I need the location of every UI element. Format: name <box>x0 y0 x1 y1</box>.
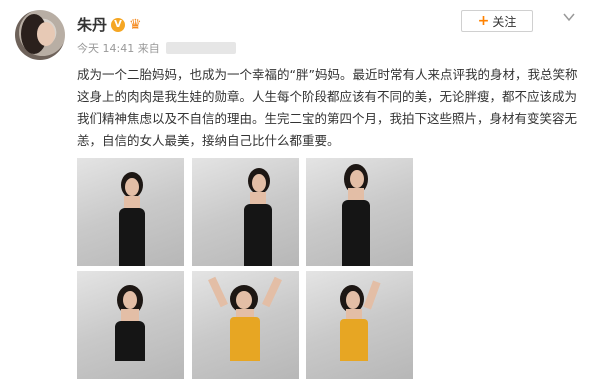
photo-2[interactable] <box>192 158 299 266</box>
chevron-down-icon[interactable] <box>562 10 576 24</box>
user-avatar[interactable] <box>15 10 65 60</box>
blurred-source <box>165 42 236 54</box>
photo-6[interactable] <box>306 271 413 379</box>
photo-3[interactable] <box>306 158 413 266</box>
photo-4[interactable] <box>77 271 184 379</box>
vip-crown-icon: ♛ <box>129 16 142 33</box>
user-name-row: 朱丹 V ♛ <box>77 14 142 35</box>
follow-button[interactable]: + 关注 <box>461 10 533 32</box>
avatar-face <box>37 22 55 46</box>
user-name[interactable]: 朱丹 <box>77 14 107 35</box>
follow-button-label: 关注 <box>492 14 517 29</box>
post-text: 成为一个二胎妈妈，也成为一个幸福的“胖”妈妈。最近时常有人来点评我的身材，我总笑… <box>77 67 578 148</box>
verified-icon: V <box>111 17 126 32</box>
photo-grid <box>77 158 417 379</box>
plus-icon: + <box>477 13 490 29</box>
photo-1[interactable] <box>77 158 184 266</box>
post-time[interactable]: 今天 14:41 来自 <box>77 40 160 56</box>
photo-5[interactable] <box>192 271 299 379</box>
post-meta: 今天 14:41 来自 <box>77 40 236 56</box>
